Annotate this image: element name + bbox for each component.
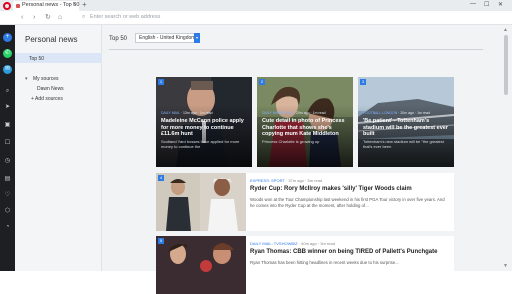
panel-item-dawn-news[interactable]: Dawn News xyxy=(37,86,64,92)
tab-strip: Personal news - Top 50 × + — ☐ ✕ xyxy=(0,0,512,11)
list-item-meta: EXPRESS: SPORT · 37m ago · 5m read xyxy=(250,178,323,183)
home-button[interactable]: ⌂ xyxy=(58,14,62,22)
url-field[interactable]: ⌕ Enter search or web address xyxy=(80,13,502,23)
card-desc: Scotland Yard bosses have applied for mo… xyxy=(161,139,240,149)
search-icon: ⌕ xyxy=(82,14,86,20)
list-item-title[interactable]: Ryan Thomas: CBB winner on being TIRED o… xyxy=(250,249,450,255)
favorites-icon[interactable]: ♡ xyxy=(3,191,12,200)
close-window-button[interactable]: ✕ xyxy=(498,1,503,8)
list-item-desc: Woods won at the Tour Championship last … xyxy=(250,197,445,208)
card-desc: Princess Charlotte is growing up xyxy=(262,139,320,144)
card-title[interactable]: Cute detail in photo of Princess Charlot… xyxy=(262,118,348,138)
list-item-meta: DAILY MAIL: TVSHOWBIZ · 40m ago · 3m rea… xyxy=(250,241,335,246)
rank-badge: 3 xyxy=(360,79,366,85)
extensions-icon[interactable]: ⬡ xyxy=(3,207,12,216)
region-select[interactable]: English - United Kingdom ▾ xyxy=(135,33,200,43)
bookmarks-icon[interactable]: ☐ xyxy=(3,139,12,148)
new-tab-button[interactable]: + xyxy=(82,1,87,9)
reload-button[interactable]: ↻ xyxy=(45,14,51,22)
panel-title: Personal news xyxy=(25,35,78,44)
back-button[interactable]: ‹ xyxy=(21,14,23,22)
history-icon[interactable]: ◷ xyxy=(3,157,12,166)
search-icon[interactable]: ⌕ xyxy=(3,87,12,96)
card-meta: DAILY MAIL · 13m ago · 1m read xyxy=(161,111,213,115)
card-title[interactable]: 'Be patient' - Tottenham's stadium will … xyxy=(363,118,449,138)
add-icon[interactable]: + xyxy=(3,33,12,42)
browser-window: Personal news - Top 50 × + — ☐ ✕ ‹ › ↻ ⌂… xyxy=(0,0,512,294)
forward-button[interactable]: › xyxy=(33,14,35,22)
news-list-item-4[interactable]: 4 EXPRESS: SPORT · 37m ago · 5m read Ryd… xyxy=(156,173,454,231)
browser-sidebar: + ✆ ✉ ⌕ ➤ ▣ ☐ ◷ ▤ ♡ ⬡ ◔ xyxy=(0,25,15,271)
tab-personal-news[interactable]: Personal news - Top 50 × xyxy=(13,1,79,11)
news-card-2[interactable]: 2 DAILY MIRROR UK · 20m ago · 1m read Cu… xyxy=(257,77,353,167)
add-sources-button[interactable]: + Add sources xyxy=(31,96,63,102)
messenger-icon[interactable]: ✉ xyxy=(3,65,12,74)
panel-item-top[interactable]: Top 50 xyxy=(29,56,44,62)
send-icon[interactable]: ➤ xyxy=(3,103,12,112)
scroll-up-icon[interactable]: ▲ xyxy=(503,27,508,33)
card-meta: FOOTBALL.LONDON · 20m ago · 1m read xyxy=(363,111,430,115)
section-label: Top 50 xyxy=(109,36,128,42)
list-item-title[interactable]: Ryder Cup: Rory McIlroy makes 'silly' Ti… xyxy=(250,186,450,192)
news-card-1[interactable]: 1 DAILY MAIL · 13m ago · 1m read Madelei… xyxy=(156,77,252,167)
minimize-button[interactable]: — xyxy=(470,1,476,7)
list-item-desc: Ryan Thomas has been hitting headlines i… xyxy=(250,260,399,265)
scrollbar-thumb[interactable] xyxy=(504,35,508,95)
maximize-button[interactable]: ☐ xyxy=(484,1,489,8)
tab-close-icon[interactable]: × xyxy=(72,2,76,8)
region-select-value: English - United Kingdom xyxy=(139,35,196,41)
news-card-3[interactable]: 3 FOOTBALL.LONDON · 20m ago · 1m read 'B… xyxy=(358,77,454,167)
address-bar: ‹ › ↻ ⌂ ⌕ Enter search or web address xyxy=(0,11,512,25)
news-list-item-5[interactable]: 5 DAILY MAIL: TVSHOWBIZ · 40m ago · 3m r… xyxy=(156,236,454,294)
card-meta: DAILY MIRROR UK · 20m ago · 1m read xyxy=(262,111,326,115)
news-icon[interactable]: ▤ xyxy=(3,175,12,184)
url-placeholder: Enter search or web address xyxy=(90,14,161,20)
list-item-image xyxy=(156,236,246,294)
clock-icon[interactable]: ◔ xyxy=(3,223,12,232)
news-panel: Personal news Top 50 ▾ My sources Dawn N… xyxy=(15,25,102,271)
card-desc: Tottenham's new stadium will be "the gre… xyxy=(363,139,444,149)
rank-badge: 5 xyxy=(158,238,164,244)
opera-logo-icon[interactable] xyxy=(3,2,11,10)
scrollbar[interactable]: ▲ ▼ xyxy=(500,25,512,271)
camera-icon[interactable]: ▣ xyxy=(3,121,12,130)
whatsapp-icon[interactable]: ✆ xyxy=(3,49,12,58)
list-item-image xyxy=(156,173,246,231)
chevron-down-icon: ▾ xyxy=(194,33,200,43)
tab-title: Personal news - Top 50 xyxy=(22,2,80,8)
panel-item-my-sources[interactable]: My sources xyxy=(33,76,59,82)
news-favicon-icon xyxy=(16,4,20,8)
rank-badge: 4 xyxy=(158,175,164,181)
scroll-down-icon[interactable]: ▼ xyxy=(503,263,508,269)
chevron-down-icon[interactable]: ▾ xyxy=(25,76,28,82)
rank-badge: 2 xyxy=(259,79,265,85)
divider xyxy=(109,49,483,50)
card-title[interactable]: Madeleine McCann police apply for more m… xyxy=(161,118,247,138)
rank-badge: 1 xyxy=(158,79,164,85)
